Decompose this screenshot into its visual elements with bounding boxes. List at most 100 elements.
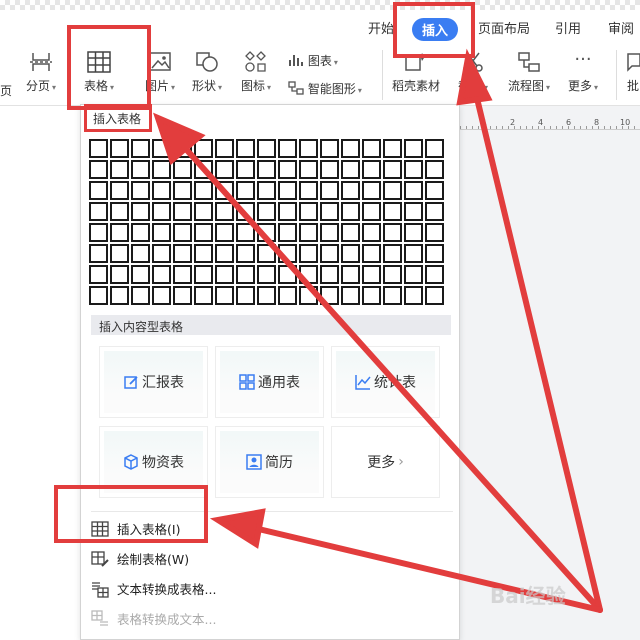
- grid-cell[interactable]: [236, 244, 255, 263]
- grid-cell[interactable]: [236, 286, 255, 305]
- grid-cell[interactable]: [425, 265, 444, 284]
- grid-cell[interactable]: [215, 265, 234, 284]
- template-card-resume[interactable]: 简历: [215, 426, 324, 498]
- grid-cell[interactable]: [299, 244, 318, 263]
- grid-cell[interactable]: [236, 160, 255, 179]
- grid-cell[interactable]: [299, 265, 318, 284]
- grid-cell[interactable]: [299, 160, 318, 179]
- grid-cell[interactable]: [173, 202, 192, 221]
- grid-cell[interactable]: [257, 244, 276, 263]
- grid-cell[interactable]: [194, 160, 213, 179]
- grid-cell[interactable]: [362, 223, 381, 242]
- grid-cell[interactable]: [152, 181, 171, 200]
- grid-cell[interactable]: [383, 286, 402, 305]
- grid-cell[interactable]: [404, 286, 423, 305]
- grid-cell[interactable]: [257, 160, 276, 179]
- template-card-statistics[interactable]: 统计表: [331, 346, 440, 418]
- grid-cell[interactable]: [362, 160, 381, 179]
- grid-cell[interactable]: [362, 139, 381, 158]
- grid-cell[interactable]: [341, 139, 360, 158]
- grid-cell[interactable]: [131, 265, 150, 284]
- grid-cell[interactable]: [110, 160, 129, 179]
- grid-cell[interactable]: [215, 286, 234, 305]
- grid-cell[interactable]: [383, 160, 402, 179]
- tab-review[interactable]: 审阅: [608, 18, 634, 37]
- grid-cell[interactable]: [236, 265, 255, 284]
- grid-cell[interactable]: [131, 139, 150, 158]
- grid-cell[interactable]: [131, 160, 150, 179]
- grid-cell[interactable]: [194, 286, 213, 305]
- grid-cell[interactable]: [236, 223, 255, 242]
- grid-cell[interactable]: [152, 286, 171, 305]
- shape-button[interactable]: 形状 ▾: [192, 50, 222, 94]
- grid-cell[interactable]: [320, 139, 339, 158]
- grid-cell[interactable]: [299, 139, 318, 158]
- grid-cell[interactable]: [257, 223, 276, 242]
- grid-cell[interactable]: [404, 139, 423, 158]
- grid-cell[interactable]: [320, 286, 339, 305]
- grid-cell[interactable]: [152, 202, 171, 221]
- grid-cell[interactable]: [299, 223, 318, 242]
- menu-item-draw-table[interactable]: 绘制表格(W): [91, 549, 189, 568]
- grid-cell[interactable]: [341, 265, 360, 284]
- grid-cell[interactable]: [236, 139, 255, 158]
- grid-cell[interactable]: [299, 181, 318, 200]
- grid-cell[interactable]: [194, 139, 213, 158]
- grid-cell[interactable]: [362, 181, 381, 200]
- grid-cell[interactable]: [278, 181, 297, 200]
- grid-cell[interactable]: [362, 244, 381, 263]
- grid-cell[interactable]: [110, 223, 129, 242]
- grid-cell[interactable]: [89, 223, 108, 242]
- grid-cell[interactable]: [257, 265, 276, 284]
- grid-cell[interactable]: [110, 139, 129, 158]
- grid-cell[interactable]: [341, 286, 360, 305]
- grid-cell[interactable]: [362, 202, 381, 221]
- grid-cell[interactable]: [89, 244, 108, 263]
- grid-cell[interactable]: [89, 265, 108, 284]
- grid-cell[interactable]: [278, 160, 297, 179]
- grid-cell[interactable]: [341, 202, 360, 221]
- grid-cell[interactable]: [257, 286, 276, 305]
- grid-cell[interactable]: [404, 265, 423, 284]
- grid-cell[interactable]: [89, 202, 108, 221]
- grid-cell[interactable]: [89, 181, 108, 200]
- grid-cell[interactable]: [110, 265, 129, 284]
- grid-cell[interactable]: [215, 244, 234, 263]
- grid-cell[interactable]: [320, 160, 339, 179]
- grid-cell[interactable]: [320, 202, 339, 221]
- template-card-report[interactable]: 汇报表: [99, 346, 208, 418]
- grid-cell[interactable]: [362, 286, 381, 305]
- chart-button[interactable]: 图表 ▾: [288, 52, 338, 69]
- grid-cell[interactable]: [404, 160, 423, 179]
- grid-cell[interactable]: [110, 181, 129, 200]
- grid-cell[interactable]: [215, 181, 234, 200]
- more-button[interactable]: ··· 更多 ▾: [568, 50, 598, 94]
- grid-cell[interactable]: [236, 202, 255, 221]
- grid-cell[interactable]: [425, 181, 444, 200]
- grid-cell[interactable]: [383, 265, 402, 284]
- grid-cell[interactable]: [173, 244, 192, 263]
- grid-cell[interactable]: [425, 286, 444, 305]
- grid-cell[interactable]: [173, 223, 192, 242]
- grid-cell[interactable]: [383, 139, 402, 158]
- grid-cell[interactable]: [236, 181, 255, 200]
- grid-cell[interactable]: [320, 223, 339, 242]
- grid-cell[interactable]: [110, 286, 129, 305]
- grid-cell[interactable]: [131, 286, 150, 305]
- grid-cell[interactable]: [173, 265, 192, 284]
- grid-cell[interactable]: [194, 244, 213, 263]
- comment-button[interactable]: 批: [626, 50, 640, 94]
- tab-page-layout[interactable]: 页面布局: [478, 18, 530, 37]
- template-card-general[interactable]: 通用表: [215, 346, 324, 418]
- grid-cell[interactable]: [425, 160, 444, 179]
- grid-cell[interactable]: [341, 181, 360, 200]
- grid-cell[interactable]: [278, 265, 297, 284]
- grid-cell[interactable]: [152, 160, 171, 179]
- grid-cell[interactable]: [257, 139, 276, 158]
- document-page[interactable]: [0, 106, 90, 640]
- grid-cell[interactable]: [320, 181, 339, 200]
- grid-cell[interactable]: [173, 181, 192, 200]
- grid-cell[interactable]: [173, 160, 192, 179]
- tab-start[interactable]: 开始: [368, 18, 394, 37]
- page-break-button[interactable]: 分页 ▾: [26, 50, 56, 94]
